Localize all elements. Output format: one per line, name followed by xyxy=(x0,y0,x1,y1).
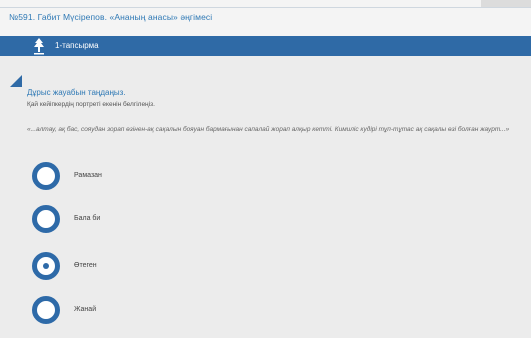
radio-dot xyxy=(43,263,49,269)
option-3[interactable]: Өтеген xyxy=(32,252,232,284)
top-bar: №591. Габит Мүсірепов. «Ананың анасы» әң… xyxy=(0,0,531,36)
radio-button[interactable] xyxy=(32,162,60,190)
radio-button[interactable] xyxy=(32,296,60,324)
option-2[interactable]: Бала би xyxy=(32,205,232,237)
option-1[interactable]: Рамазан xyxy=(32,162,232,194)
instruction-text: Дұрыс жауабын таңдаңыз. xyxy=(27,88,126,97)
corner-marker xyxy=(10,75,22,87)
option-label: Жанай xyxy=(74,306,97,313)
question-text: Қай кейіпкердің портреті екенін белгілең… xyxy=(27,101,155,108)
breadcrumb[interactable]: №591. Габит Мүсірепов. «Ананың анасы» әң… xyxy=(9,12,212,22)
tab-task-1[interactable]: 1-тапсырма xyxy=(55,41,99,50)
scroll-indicator xyxy=(481,0,531,7)
option-label: Өтеген xyxy=(74,262,97,269)
tree-icon xyxy=(34,38,44,55)
option-label: Бала би xyxy=(74,215,101,222)
radio-button[interactable] xyxy=(32,205,60,233)
option-4[interactable]: Жанай xyxy=(32,296,232,328)
quote-text: «...алтау, ақ бас, сояудан зорап өзінен-… xyxy=(27,126,510,133)
option-label: Рамазан xyxy=(74,172,102,179)
radio-button[interactable] xyxy=(32,252,60,280)
top-divider xyxy=(0,7,531,8)
